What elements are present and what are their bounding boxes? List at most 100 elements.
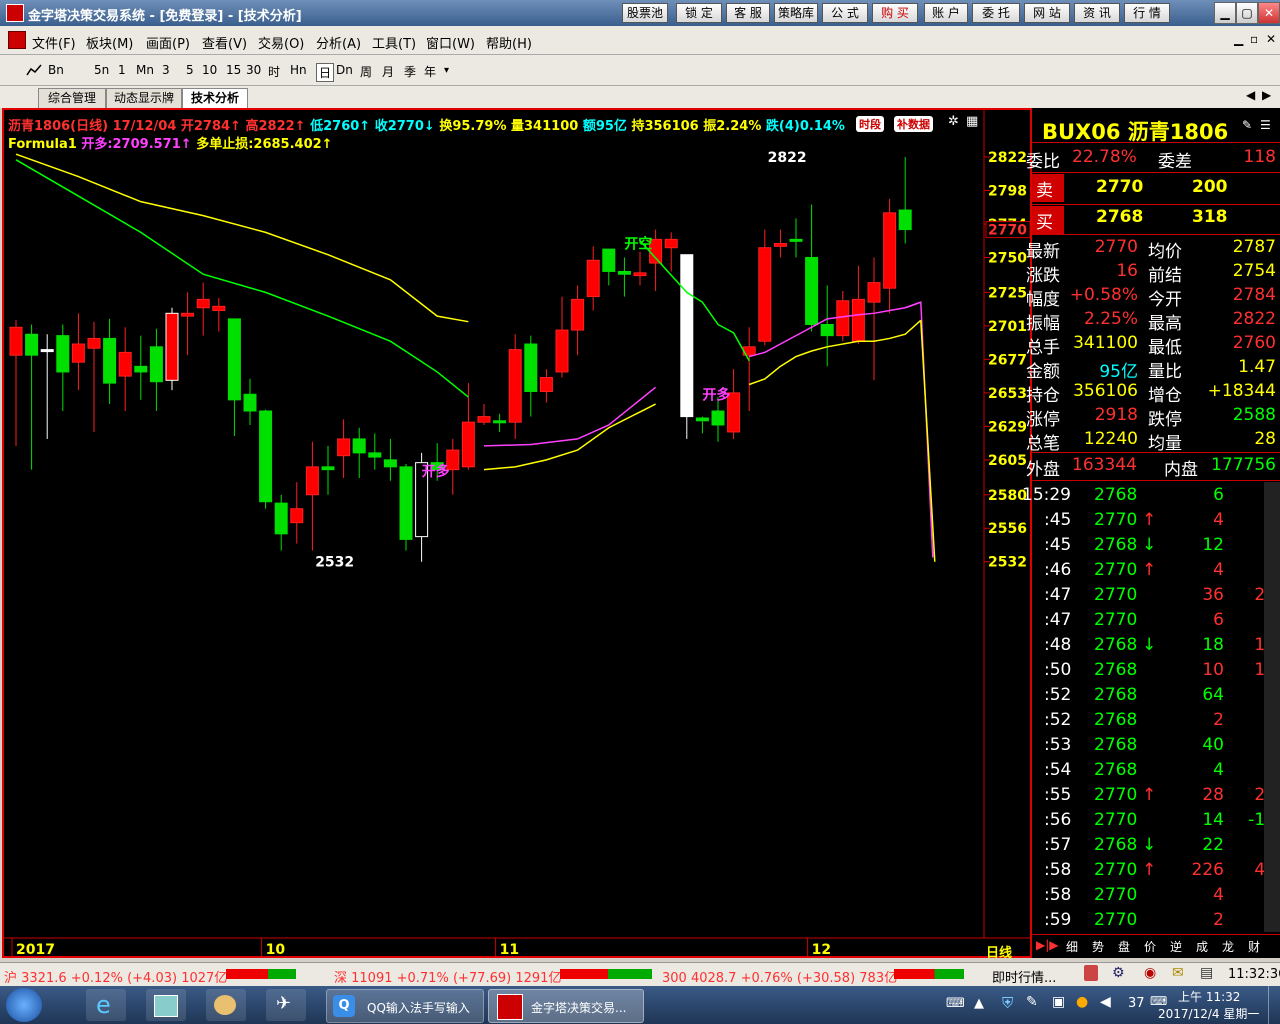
period-button-6[interactable]: 10 [202, 63, 217, 77]
mdi-restore-button[interactable]: ▫ [1250, 32, 1258, 46]
quote-tabs-left-icon[interactable]: ▶|▶ [1036, 938, 1059, 952]
top-button-2[interactable]: 客 服 [726, 3, 770, 23]
bird-taskbar-icon[interactable]: ✈ [266, 989, 306, 1021]
kline-chart-panel[interactable]: 2822279827742750272527012677265326292605… [2, 108, 1032, 961]
start-button[interactable] [6, 988, 42, 1022]
menu-item-3[interactable]: 查看(V) [202, 33, 247, 52]
quote-tab-0[interactable]: 细 [1066, 938, 1078, 955]
taskbar-time[interactable]: 上午 11:32 [1178, 988, 1240, 1005]
monitor-icon[interactable]: ▣ [1052, 994, 1065, 1010]
shield-icon[interactable]: ⛨ [1002, 994, 1013, 1012]
period-button-2[interactable]: 1 [118, 63, 126, 77]
chat-icon[interactable]: ✎ [1026, 994, 1038, 1010]
period-button-11[interactable]: 日 [316, 63, 335, 82]
close-button[interactable]: ✕ [1258, 2, 1280, 24]
top-button-5[interactable]: 购 买 [872, 3, 918, 23]
keyboard-icon[interactable]: ⌨ [946, 996, 965, 1011]
kline-chart[interactable]: 2822279827742750272527012677265326292605… [4, 110, 1030, 956]
menu-item-7[interactable]: 窗口(W) [426, 33, 475, 52]
trash-icon[interactable] [1084, 965, 1098, 981]
tab-scroll-left-icon[interactable]: ◀ [1246, 88, 1255, 102]
tab-technical-analysis[interactable]: 技术分析 [182, 88, 248, 108]
book-icon[interactable]: ▤ [1200, 965, 1213, 981]
candle-body [461, 421, 475, 468]
hs300-breadth-bar [894, 969, 964, 979]
period-button-15[interactable]: 季 [404, 63, 416, 80]
top-button-0[interactable]: 股票池 [622, 3, 668, 23]
mdi-close-button[interactable]: ✕ [1266, 32, 1276, 46]
period-button-0[interactable]: Bn [48, 63, 64, 77]
draw-tool-icon[interactable]: ▦ [966, 114, 978, 129]
taskbar-date[interactable]: 2017/12/4 星期一 [1158, 1005, 1259, 1022]
tab-overview[interactable]: 综合管理 [38, 88, 106, 108]
hs300-index[interactable]: 300 4028.7 +0.76% (+30.58) 783亿 [662, 967, 897, 986]
menu-item-8[interactable]: 帮助(H) [486, 33, 532, 52]
show-desktop-button[interactable] [1268, 986, 1280, 1024]
tray-arrow-icon[interactable]: ▲ [974, 996, 984, 1011]
maps-taskbar-icon[interactable] [146, 989, 186, 1021]
formula-stop-value: 多单止损:2685.402↑ [196, 137, 333, 152]
list-icon[interactable]: ☰ [1260, 118, 1271, 132]
supplement-data-button[interactable]: 补数据 [894, 116, 933, 132]
period-button-10[interactable]: Hn [290, 63, 307, 77]
mdi-minimize-button[interactable]: ▁ [1234, 32, 1243, 46]
ie-taskbar-icon[interactable]: e [86, 989, 126, 1021]
top-button-6[interactable]: 账 户 [924, 3, 968, 23]
menu-item-1[interactable]: 板块(M) [86, 33, 133, 52]
line-chart-icon[interactable] [26, 63, 42, 77]
paint-taskbar-icon[interactable] [206, 989, 246, 1021]
network-icon[interactable]: ⚙ [1112, 965, 1125, 981]
tick-scrollbar[interactable] [1264, 482, 1280, 932]
quote-tab-4[interactable]: 逆 [1170, 938, 1182, 955]
volume-icon[interactable]: ◀ [1100, 994, 1111, 1010]
menu-item-5[interactable]: 分析(A) [316, 33, 361, 52]
realtime-quote-link[interactable]: 即时行情... [992, 967, 1056, 986]
quote-tab-7[interactable]: 财 [1248, 938, 1260, 955]
quote-tab-1[interactable]: 势 [1092, 938, 1104, 955]
top-button-8[interactable]: 网 站 [1024, 3, 1070, 23]
menu-item-2[interactable]: 画面(P) [146, 33, 190, 52]
chevron-down-icon[interactable]: ▾ [444, 65, 449, 76]
quote-tab-6[interactable]: 龙 [1222, 938, 1234, 955]
top-button-10[interactable]: 行 情 [1124, 3, 1170, 23]
pyramid-app-task[interactable]: 金字塔决策交易... [488, 989, 644, 1023]
pin-icon[interactable]: ✎ [1242, 118, 1252, 132]
period-button-8[interactable]: 30 [246, 63, 261, 77]
menu-item-6[interactable]: 工具(T) [372, 33, 416, 52]
settings-icon[interactable]: ✲ [948, 114, 959, 129]
sz-index[interactable]: 深 11091 +0.71% (+77.69) 1291亿 [334, 967, 561, 986]
sh-index[interactable]: 沪 3321.6 +0.12% (+4.03) 1027亿 [4, 967, 227, 986]
quote-tab-5[interactable]: 成 [1196, 938, 1208, 955]
x-tick-label: 12 [812, 942, 831, 956]
quote-tab-2[interactable]: 盘 [1118, 938, 1130, 955]
top-button-3[interactable]: 策略库 [774, 3, 818, 23]
period-button-1[interactable]: 5n [94, 63, 109, 77]
top-button-1[interactable]: 锁 定 [676, 3, 722, 23]
top-button-4[interactable]: 公 式 [822, 3, 868, 23]
minimize-button[interactable]: ▁ [1214, 2, 1236, 24]
period-button-14[interactable]: 月 [382, 63, 394, 80]
ticket-icon[interactable]: ✉ [1172, 965, 1184, 981]
record-icon[interactable]: ◉ [1144, 965, 1156, 981]
period-button-5[interactable]: 5 [186, 63, 194, 77]
tab-dynamic-board[interactable]: 动态显示牌 [106, 88, 182, 108]
quote-tab-3[interactable]: 价 [1144, 938, 1156, 955]
period-toolbar: Bn 5n 1 Mn 3 5 10 15 30 时 Hn 日 Dn 周月季年 ▾ [0, 55, 1280, 86]
period-button-3[interactable]: Mn [136, 63, 154, 77]
period-button-7[interactable]: 15 [226, 63, 241, 77]
tray-number[interactable]: 37 [1128, 996, 1145, 1011]
menu-item-0[interactable]: 文件(F) [32, 33, 76, 52]
maximize-button[interactable]: ▢ [1236, 2, 1258, 24]
power-icon[interactable]: ● [1076, 994, 1088, 1010]
period-button-12[interactable]: Dn [336, 63, 353, 77]
period-button[interactable]: 时段 [856, 116, 884, 132]
top-button-7[interactable]: 委 托 [972, 3, 1020, 23]
menu-item-4[interactable]: 交易(O) [258, 33, 304, 52]
period-button-4[interactable]: 3 [162, 63, 170, 77]
period-button-16[interactable]: 年 [424, 63, 436, 80]
period-button-13[interactable]: 周 [360, 63, 372, 80]
top-button-9[interactable]: 资 讯 [1074, 3, 1120, 23]
qq-input-task[interactable]: Q QQ输入法手写输入 [326, 989, 484, 1023]
period-button-9[interactable]: 时 [268, 63, 280, 80]
tab-scroll-right-icon[interactable]: ▶ [1262, 88, 1271, 102]
